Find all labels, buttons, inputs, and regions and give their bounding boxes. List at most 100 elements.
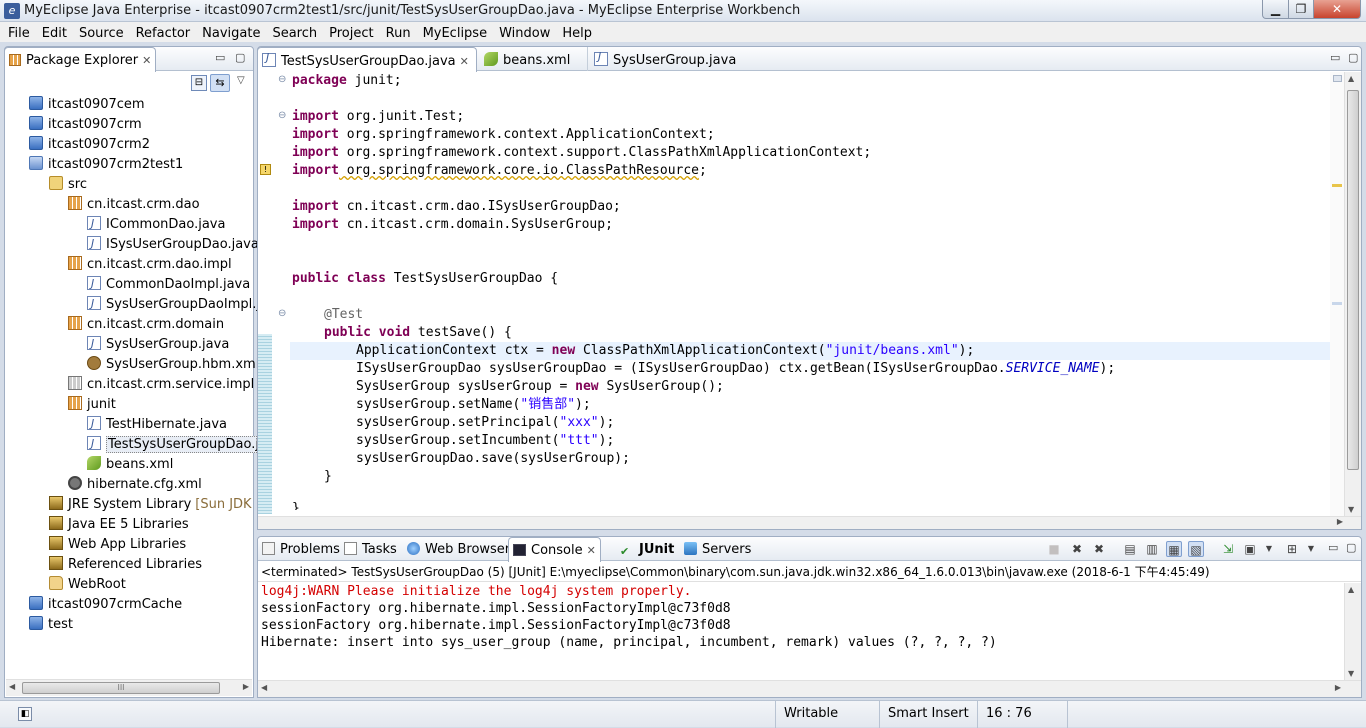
fold-collapse-icon[interactable]: ⊖ [278,110,286,121]
collapse-all-icon[interactable]: ⊟ [191,75,207,91]
display-console-icon[interactable]: ▣ [1242,541,1258,557]
tree-item[interactable]: beans.xml [87,455,173,475]
editor-vscrollbar[interactable]: ▲ ▼ [1344,72,1361,516]
show-when-stdout-icon[interactable]: ▦ [1166,541,1182,557]
scroll-up-arrow-icon[interactable]: ▲ [1348,585,1354,594]
tab-problems[interactable]: Problems [258,537,344,561]
show-when-stderr-icon[interactable]: ▧ [1188,541,1204,557]
tree-item[interactable]: SysUserGroup.hbm.xml [87,355,259,375]
chevron-down-icon[interactable]: ▼ [1303,541,1319,557]
maximize-button[interactable]: ❐ [1288,0,1314,19]
pin-console-icon[interactable]: ⇲ [1220,541,1236,557]
menu-file[interactable]: File [2,23,36,42]
editor-hscrollbar[interactable]: ▶ [258,516,1361,529]
tab-servers[interactable]: Servers [680,537,755,561]
remove-all-terminated-icon[interactable]: ✖ [1091,541,1107,557]
console-hscrollbar[interactable]: ◀ ▶ [258,680,1361,697]
fast-view-icon[interactable]: ◧ [18,707,32,721]
overview-occurrence-mark[interactable] [1332,302,1342,305]
view-menu-chevron-down-icon[interactable]: ▽ [237,75,245,86]
open-console-icon[interactable]: ⊞ [1284,541,1300,557]
console-vscrollbar[interactable]: ▲ ▼ [1344,583,1361,680]
tree-item[interactable]: cn.itcast.crm.dao.impl [68,255,232,275]
close-icon[interactable]: ✕ [142,54,151,67]
tab-tasks[interactable]: Tasks [340,537,401,561]
scroll-left-arrow-icon[interactable]: ◀ [261,683,267,692]
tree-item[interactable]: CommonDaoImpl.java [87,274,250,295]
tree-item[interactable]: cn.itcast.crm.domain [68,315,224,335]
tree-item[interactable]: cn.itcast.crm.service.impl [68,375,254,395]
tree-item[interactable]: JRE System Library [Sun JDK 1.6 [49,495,276,515]
overview-ruler[interactable] [1330,72,1344,516]
tree-item[interactable]: ICommonDao.java [87,214,225,235]
tree-item[interactable]: Referenced Libraries [49,555,202,575]
scroll-left-arrow-icon[interactable]: ◀ [9,682,15,691]
fold-collapse-icon[interactable]: ⊖ [278,74,286,85]
minimize-view-icon[interactable]: ▭ [215,51,225,64]
tree-item[interactable]: test [29,615,73,635]
tree-item[interactable]: Web App Libraries [49,535,186,555]
tree-item[interactable]: src [49,175,87,195]
tree-item[interactable]: itcast0907crmCache [29,595,182,615]
close-icon[interactable]: ✕ [460,55,469,68]
menu-project[interactable]: Project [323,23,379,42]
editor-tab-testsysusergroupdao[interactable]: TestSysUserGroupDao.java ✕ [257,47,477,72]
scroll-right-arrow-icon[interactable]: ▶ [243,682,249,691]
tab-console[interactable]: Console ✕ [508,537,601,562]
terminate-icon[interactable]: ■ [1046,541,1062,557]
tree-item[interactable]: cn.itcast.crm.dao [68,195,200,215]
minimize-view-icon[interactable]: ▭ [1328,541,1338,554]
scroll-right-arrow-icon[interactable]: ▶ [1337,517,1343,526]
tree-item[interactable]: junit [68,395,116,415]
maximize-view-icon[interactable]: ▢ [1346,541,1356,554]
maximize-view-icon[interactable]: ▢ [1348,51,1358,64]
console-output[interactable]: log4j:WARN Please initialize the log4j s… [258,583,1344,680]
menu-search[interactable]: Search [266,23,323,42]
menu-edit[interactable]: Edit [36,23,73,42]
scroll-down-arrow-icon[interactable]: ▼ [1348,669,1354,678]
tree-item[interactable]: TestHibernate.java [87,414,227,435]
tree-item[interactable]: itcast0907crm2 [29,135,150,155]
fold-collapse-icon[interactable]: ⊖ [278,308,286,319]
menu-navigate[interactable]: Navigate [196,23,266,42]
chevron-down-icon[interactable]: ▼ [1261,541,1277,557]
tree-item[interactable]: itcast0907cem [29,95,145,115]
minimize-button[interactable]: ▁ [1262,0,1289,19]
scroll-down-arrow-icon[interactable]: ▼ [1348,505,1354,514]
minimize-view-icon[interactable]: ▭ [1330,51,1340,64]
warning-marker-icon[interactable]: ! [260,164,271,175]
tab-web-browser[interactable]: Web Browser [403,537,514,561]
tree-item[interactable]: SysUserGroupDaoImpl.ja [87,294,268,315]
tree-item[interactable]: SysUserGroup.java [87,334,229,355]
remove-launch-icon[interactable]: ✖ [1069,541,1085,557]
editor-tab-beans-xml[interactable]: beans.xml [480,47,588,71]
menu-help[interactable]: Help [556,23,598,42]
close-button[interactable]: ✕ [1313,0,1361,19]
scroll-up-arrow-icon[interactable]: ▲ [1348,74,1354,83]
tree-item[interactable]: WebRoot [49,575,126,595]
menu-myeclipse[interactable]: MyEclipse [417,23,494,42]
package-explorer-hscrollbar[interactable]: ◀ III ▶ [6,679,252,696]
clear-console-icon[interactable]: ▤ [1122,541,1138,557]
menu-window[interactable]: Window [493,23,556,42]
close-icon[interactable]: ✕ [587,544,596,557]
maximize-view-icon[interactable]: ▢ [235,51,245,64]
menu-run[interactable]: Run [380,23,417,42]
tree-item[interactable]: itcast0907crm [29,115,142,135]
hscroll-thumb[interactable]: III [22,682,220,694]
overview-warning-mark[interactable] [1332,184,1342,187]
scroll-right-arrow-icon[interactable]: ▶ [1335,683,1341,692]
tab-package-explorer[interactable]: Package Explorer ✕ [4,47,157,72]
tree-item[interactable]: ISysUserGroupDao.java [87,234,259,255]
code-editor[interactable]: ! ⊖ ⊖ ⊖ package junit; import org.junit.… [258,72,1361,516]
tab-junit[interactable]: ✔ JUnit [616,537,678,561]
tree-item[interactable]: hibernate.cfg.xml [68,475,202,495]
tree-item[interactable]: Java EE 5 Libraries [49,515,189,535]
vscroll-thumb[interactable] [1347,90,1359,470]
link-with-editor-icon[interactable]: ⇆ [210,74,230,92]
menu-source[interactable]: Source [73,23,130,42]
menu-refactor[interactable]: Refactor [130,23,197,42]
tree-item[interactable]: TestSysUserGroupDao.ja [87,434,269,455]
scroll-lock-icon[interactable]: ▥ [1144,541,1160,557]
editor-tab-sysusergroup-java[interactable]: SysUserGroup.java [590,47,740,71]
